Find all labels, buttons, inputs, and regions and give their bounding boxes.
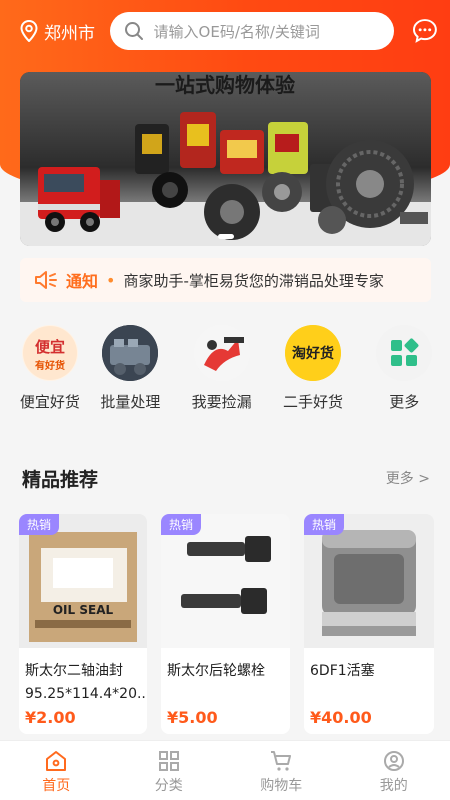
product-image: OIL SEAL 热销 — [19, 514, 147, 648]
category-label: 便宜好货 — [19, 393, 80, 411]
product-name: 6DF1活塞 — [310, 663, 375, 679]
product-image: 热销 — [304, 514, 434, 648]
grid-icon — [158, 751, 179, 771]
tab-cart[interactable]: 购物车 — [225, 741, 338, 800]
location-selector[interactable]: 郑州市 — [20, 19, 110, 44]
engine-parts-icon — [102, 325, 159, 381]
search-icon — [124, 22, 143, 40]
product-name: 斯太尔后轮螺栓 — [167, 663, 265, 679]
user-icon — [383, 751, 404, 771]
tab-mine[interactable]: 我的 — [338, 741, 450, 800]
category-bargain[interactable]: 我要捡漏 — [176, 325, 267, 425]
recommend-header: 精品推荐 更多 > — [0, 458, 450, 498]
product-price: ¥2.00 — [25, 708, 76, 727]
grid-more-icon — [376, 325, 433, 381]
product-image: 热销 — [161, 514, 290, 648]
cheap-goods-icon-text-1: 便宜 — [35, 338, 65, 356]
product-card[interactable]: 热销 斯太尔后轮螺栓 ¥5.00 — [161, 514, 290, 734]
product-price: ¥40.00 — [310, 708, 372, 727]
product-list: OIL SEAL 热销 斯太尔二轴油封95.25*114.4*20... ¥2.… — [19, 514, 434, 734]
notice-label: 通知 — [66, 272, 99, 291]
tab-label: 购物车 — [260, 778, 303, 794]
bottom-tab-bar: 首页 分类 购物车 我的 — [0, 740, 450, 800]
tab-label: 首页 — [42, 778, 71, 794]
promo-banner[interactable]: 一站式购物体验 — [20, 72, 431, 246]
hot-badge: 热销 — [19, 514, 60, 535]
speaker-icon — [35, 271, 57, 289]
category-cheap-goods[interactable]: 便宜 有好货 便宜好货 — [15, 325, 85, 425]
product-card[interactable]: OIL SEAL 热销 斯太尔二轴油封95.25*114.4*20... ¥2.… — [19, 514, 147, 734]
product-card[interactable]: 热销 6DF1活塞 ¥40.00 — [304, 514, 434, 734]
category-label: 我要捡漏 — [191, 393, 252, 411]
notice-text: 商家助手-掌柜易货您的滞销品处理专家 — [123, 271, 384, 290]
category-row: 便宜 有好货 便宜好货 批量处理 我要捡漏 淘好货 二手好货 更多 — [0, 325, 450, 425]
location-pin-icon — [20, 20, 38, 42]
message-icon[interactable] — [412, 18, 438, 44]
location-text: 郑州市 — [44, 23, 95, 44]
bargain-icon — [193, 325, 250, 381]
search-input[interactable]: 请输入OE码/名称/关键词 — [109, 12, 395, 50]
section-title: 精品推荐 — [22, 468, 99, 491]
top-bar: 郑州市 请输入OE码/名称/关键词 — [0, 0, 450, 62]
notice-separator: • — [106, 270, 116, 290]
product-price: ¥5.00 — [167, 708, 218, 727]
tab-label: 分类 — [154, 778, 183, 794]
search-placeholder: 请输入OE码/名称/关键词 — [153, 22, 320, 41]
cheap-goods-icon: 便宜 有好货 — [21, 325, 78, 381]
home-icon — [46, 751, 67, 771]
tab-category[interactable]: 分类 — [113, 741, 226, 800]
tab-label: 我的 — [379, 778, 408, 794]
box-label-text: OIL SEAL — [53, 603, 114, 617]
category-more[interactable]: 更多 — [359, 325, 450, 425]
cheap-goods-icon-text-2: 有好货 — [35, 359, 65, 372]
product-name: 斯太尔二轴油封95.25*114.4*20... — [25, 663, 147, 702]
category-batch[interactable]: 批量处理 — [85, 325, 176, 425]
notice-bar[interactable]: 通知 • 商家助手-掌柜易货您的滞销品处理专家 — [20, 258, 431, 302]
more-link[interactable]: 更多 > — [386, 468, 430, 488]
banner-caption: 一站式购物体验 — [155, 73, 295, 97]
category-label: 批量处理 — [100, 393, 161, 411]
category-label: 更多 — [389, 393, 420, 411]
tab-home[interactable]: 首页 — [0, 741, 113, 800]
hot-badge: 热销 — [304, 514, 345, 535]
cart-icon — [271, 751, 292, 771]
category-second-hand[interactable]: 淘好货 二手好货 — [267, 325, 358, 425]
hot-badge: 热销 — [161, 514, 202, 535]
category-label: 二手好货 — [282, 393, 343, 411]
second-hand-icon-text: 淘好货 — [292, 345, 334, 362]
banner-image: 一站式购物体验 — [20, 72, 431, 246]
second-hand-icon: 淘好货 — [284, 325, 341, 381]
